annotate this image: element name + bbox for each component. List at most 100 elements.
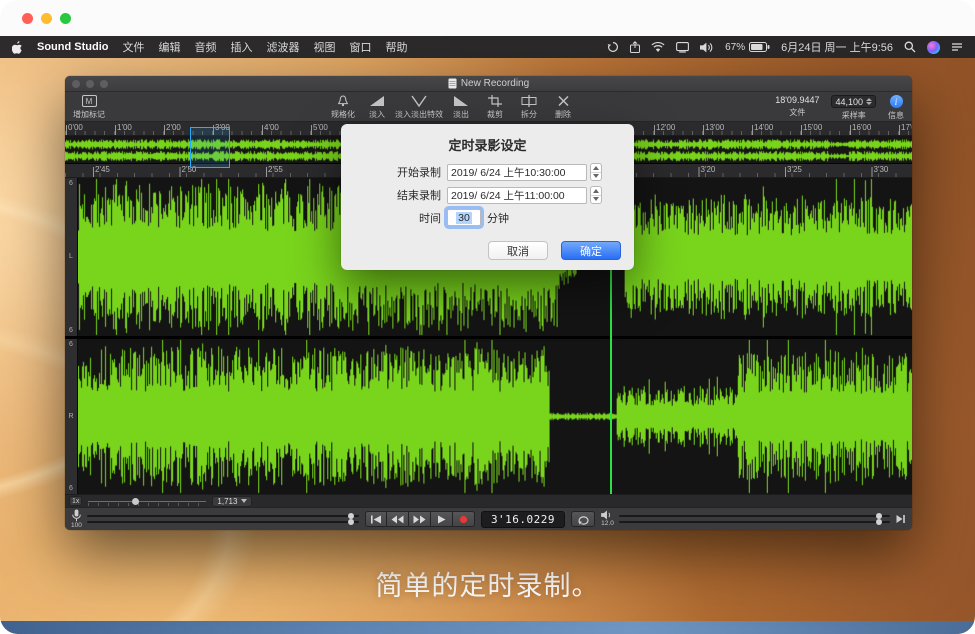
zoom-row: 1x 1,713 — [65, 494, 912, 507]
loop-button[interactable] — [571, 511, 595, 527]
output-level-sliders[interactable] — [619, 515, 890, 523]
marker-icon — [82, 95, 97, 107]
input-slider-knob[interactable] — [348, 519, 354, 525]
ruler-label: 3'20 — [701, 165, 716, 174]
input-level-sliders[interactable] — [87, 515, 359, 523]
input-level-group: 100 — [71, 509, 359, 530]
minimize-window-button[interactable] — [41, 13, 52, 24]
delete-button[interactable]: 删除 — [547, 95, 579, 120]
menu-bar: Sound Studio 文件 编辑 音频 插入 滤波器 视图 窗口 帮助 — [0, 36, 975, 58]
battery-percent: 67% — [725, 42, 745, 53]
record-icon — [459, 515, 468, 524]
mockup-titlebar — [0, 0, 975, 36]
ruler-label: 2'45 — [95, 165, 110, 174]
duration-label: 时间 — [341, 210, 441, 226]
loop-icon — [577, 514, 590, 525]
document-icon — [448, 78, 457, 89]
dropdown-caret-icon — [241, 499, 247, 503]
menu-item-filter[interactable]: 滤波器 — [266, 39, 299, 55]
start-record-stepper[interactable] — [590, 163, 602, 181]
ruler-label: 2'55 — [268, 165, 283, 174]
output-slider-knob[interactable] — [876, 519, 882, 525]
record-button[interactable] — [453, 511, 475, 527]
speaker-icon — [601, 510, 614, 520]
wifi-icon[interactable] — [651, 42, 665, 53]
rewind-button[interactable] — [387, 511, 409, 527]
duration-field[interactable]: 30 — [447, 209, 481, 226]
close-window-button[interactable] — [22, 13, 33, 24]
ruler-label: 4'00 — [264, 123, 279, 132]
sample-rate-control: 44,100 采样率 — [831, 95, 876, 121]
normalize-icon — [335, 95, 351, 107]
zoom-slider[interactable] — [88, 497, 206, 506]
ruler-label: 13'00 — [705, 123, 724, 132]
menu-item-edit[interactable]: 编辑 — [158, 39, 180, 55]
stepper-up-icon[interactable] — [591, 187, 601, 195]
spotlight-icon[interactable] — [904, 41, 916, 53]
normalize-button[interactable]: 规格化 — [327, 95, 359, 120]
stepper-down-icon[interactable] — [591, 172, 601, 181]
menu-item-help[interactable]: 帮助 — [385, 39, 407, 55]
fast-forward-button[interactable] — [409, 511, 431, 527]
menu-item-view[interactable]: 视图 — [313, 39, 335, 55]
zoom-window-button[interactable] — [60, 13, 71, 24]
window-titlebar[interactable]: New Recording — [65, 76, 912, 92]
zoom-value-dropdown[interactable]: 1,713 — [212, 496, 252, 507]
ok-button[interactable]: 确定 — [561, 241, 621, 260]
output-level-value: 12.0 — [601, 521, 614, 528]
display-icon[interactable] — [676, 42, 689, 53]
time-display: 3'16.0229 — [481, 511, 565, 528]
ruler-label: 14'00 — [754, 123, 773, 132]
menu-item-insert[interactable]: 插入 — [230, 39, 252, 55]
fade-out-button[interactable]: 淡出 — [445, 95, 477, 120]
battery-indicator[interactable]: 67% — [725, 42, 770, 53]
fade-in-button[interactable]: 淡入 — [361, 95, 393, 120]
notification-center-icon[interactable] — [951, 42, 963, 52]
start-record-field[interactable]: 2019/ 6/24 上午10:30:00 — [447, 164, 587, 181]
end-record-field[interactable]: 2019/ 6/24 上午11:00:00 — [447, 187, 587, 204]
menu-item-file[interactable]: 文件 — [122, 39, 144, 55]
wallpaper-bottom-band — [0, 621, 975, 634]
zoom-slider-knob[interactable] — [132, 498, 139, 505]
play-button[interactable] — [431, 511, 453, 527]
stepper-down-icon[interactable] — [591, 195, 601, 204]
zoom-factor-button[interactable]: 1x — [69, 496, 82, 506]
info-icon[interactable] — [890, 95, 903, 108]
skip-end-icon[interactable] — [896, 514, 906, 524]
ruler-label: 15'00 — [803, 123, 822, 132]
share-icon[interactable] — [630, 41, 640, 53]
fade-in-out-button[interactable]: 淡入淡出特效 — [395, 95, 443, 120]
overview-selection-box[interactable] — [190, 127, 230, 168]
ruler-label: 1'00 — [117, 123, 132, 132]
end-record-stepper[interactable] — [590, 186, 602, 204]
skip-start-button[interactable] — [365, 511, 387, 527]
menu-status-area: 67% 6月24日 周一 上午9:56 — [607, 39, 963, 55]
window-controls[interactable] — [72, 80, 108, 88]
duration-suffix: 分钟 — [487, 210, 509, 226]
timed-recording-dialog: 定时录影设定 开始录制 2019/ 6/24 上午10:30:00 结束录制 2… — [341, 124, 634, 270]
marketing-caption: 简单的定时录制。 — [0, 564, 975, 603]
menu-item-window[interactable]: 窗口 — [349, 39, 371, 55]
sample-rate-stepper[interactable]: 44,100 — [831, 95, 876, 108]
siri-icon[interactable] — [927, 41, 940, 54]
add-marker-button[interactable]: 增加标记 — [73, 95, 105, 120]
waveform-canvas-right[interactable] — [78, 339, 912, 494]
time-machine-icon[interactable] — [607, 41, 619, 53]
cancel-button[interactable]: 取消 — [488, 241, 548, 260]
stepper-up-icon[interactable] — [591, 164, 601, 172]
rewind-icon — [391, 515, 404, 524]
fade-in-out-icon — [411, 95, 427, 107]
split-button[interactable]: 拆分 — [513, 95, 545, 120]
delete-icon — [557, 95, 570, 107]
ruler-label: 0'00 — [68, 123, 83, 132]
trim-button[interactable]: 裁剪 — [479, 95, 511, 120]
volume-icon[interactable] — [700, 42, 714, 53]
app-menu-title[interactable]: Sound Studio — [37, 41, 108, 53]
skip-start-icon — [370, 515, 382, 524]
menu-item-audio[interactable]: 音频 — [194, 39, 216, 55]
menu-clock[interactable]: 6月24日 周一 上午9:56 — [781, 39, 893, 55]
end-record-label: 结束录制 — [341, 187, 441, 203]
apple-menu-icon[interactable] — [12, 41, 23, 54]
ruler-label: 17'00 — [901, 123, 912, 132]
start-record-label: 开始录制 — [341, 164, 441, 180]
